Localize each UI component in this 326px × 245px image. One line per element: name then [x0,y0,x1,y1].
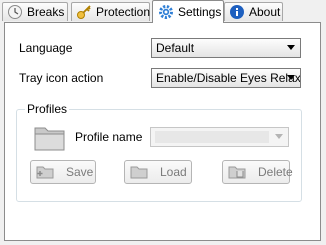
delete-button[interactable]: Delete [222,160,293,184]
tray-action-select[interactable]: Enable/Disable Eyes Relax [151,68,301,88]
tab-bar: Breaks Protection Settings About [0,0,326,23]
language-select-value: Default [156,41,195,55]
info-icon [229,4,245,20]
tab-protection[interactable]: Protection [71,2,150,21]
tab-settings-label: Settings [178,5,222,19]
save-button-label: Save [66,165,94,179]
load-button[interactable]: Load [124,160,192,184]
folder-delete-icon [228,165,246,179]
folder-add-icon [36,165,54,179]
save-button[interactable]: Save [30,160,96,184]
tab-about[interactable]: About [224,2,283,21]
tray-action-select-value: Enable/Disable Eyes Relax [156,71,301,85]
folder-icon [130,165,148,179]
tab-breaks[interactable]: Breaks [2,2,68,21]
key-icon [76,4,92,20]
gear-icon [158,4,174,20]
language-label: Language [19,41,73,55]
chevron-down-icon [275,134,283,139]
load-button-label: Load [160,165,187,179]
language-select[interactable]: Default [151,38,301,58]
profile-name-label: Profile name [75,130,143,144]
delete-button-label: Delete [258,165,293,179]
folder-icon [34,124,66,155]
tab-settings[interactable]: Settings [152,0,224,23]
profiles-group-title: Profiles [25,102,70,116]
profile-name-field-fill [155,131,269,143]
tab-protection-label: Protection [96,5,151,19]
clock-icon [7,4,23,20]
tray-action-label: Tray icon action [19,71,104,85]
chevron-down-icon [287,45,295,50]
profiles-group: Profiles Profile name Save Load Delete [16,102,302,202]
settings-panel: Language Default Tray icon action Enable… [4,22,321,241]
chevron-down-icon [287,75,295,80]
tab-breaks-label: Breaks [27,5,65,19]
tab-about-label: About [249,5,281,19]
profile-name-input[interactable] [150,127,289,147]
